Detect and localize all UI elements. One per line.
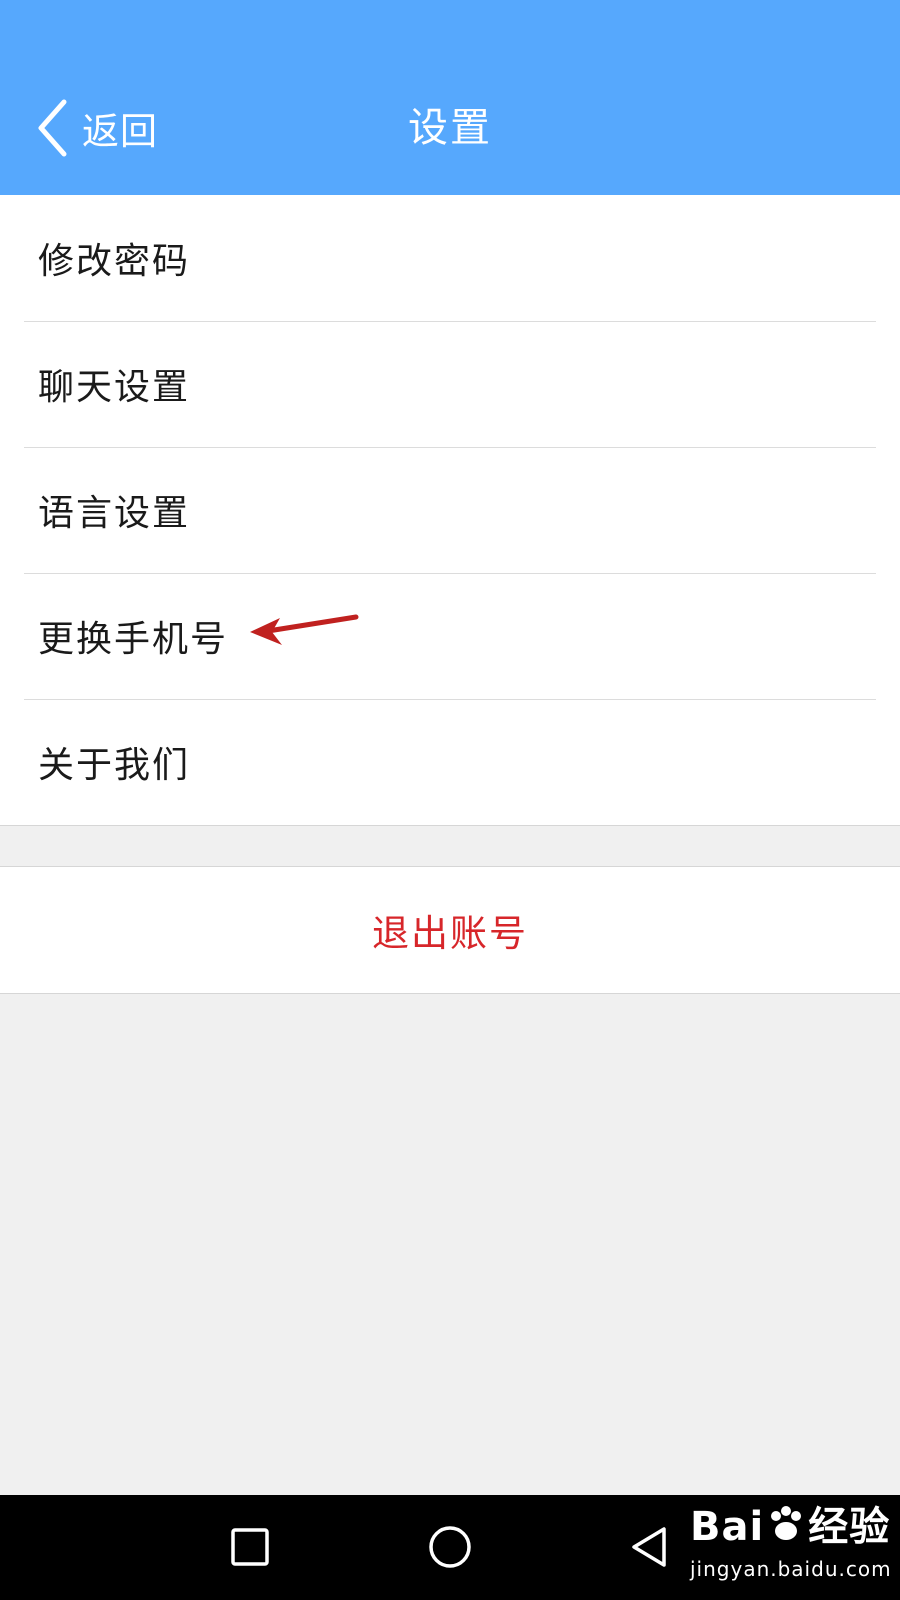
home-button[interactable] xyxy=(420,1517,480,1577)
menu-item-label: 聊天设置 xyxy=(38,367,191,408)
menu-item-change-phone[interactable]: 更换手机号 xyxy=(0,573,900,699)
system-navigation-bar: Bai 经验 jingyan.baidu.com xyxy=(0,1495,900,1600)
home-circle-icon xyxy=(429,1526,471,1568)
recents-square-icon xyxy=(231,1528,269,1566)
page-title: 设置 xyxy=(408,105,492,151)
watermark-brand-pre: Bai xyxy=(690,1504,765,1550)
back-nav-button[interactable] xyxy=(620,1517,680,1577)
recents-button[interactable] xyxy=(220,1517,280,1577)
logout-button[interactable]: 退出账号 xyxy=(0,866,900,994)
logout-label: 退出账号 xyxy=(372,912,528,955)
menu-item-chat-settings[interactable]: 聊天设置 xyxy=(0,321,900,447)
menu-item-change-password[interactable]: 修改密码 xyxy=(0,195,900,321)
back-triangle-icon xyxy=(632,1527,666,1567)
menu-item-label: 更换手机号 xyxy=(38,619,229,660)
menu-item-label: 修改密码 xyxy=(38,241,191,282)
red-arrow-icon xyxy=(250,614,359,645)
title-bar: 返回 设置 xyxy=(0,0,900,195)
watermark-url: jingyan.baidu.com xyxy=(690,1556,892,1581)
menu-item-about-us[interactable]: 关于我们 xyxy=(0,699,900,825)
watermark-brand: Bai 经验 xyxy=(690,1503,892,1555)
watermark-brand-post: 经验 xyxy=(808,1504,891,1550)
baidu-jingyan-watermark: Bai 经验 jingyan.baidu.com xyxy=(690,1503,892,1581)
paw-icon xyxy=(766,1504,806,1555)
settings-menu: 修改密码 聊天设置 语言设置 更换手机号 关于我们 xyxy=(0,195,900,826)
menu-item-language-settings[interactable]: 语言设置 xyxy=(0,447,900,573)
menu-item-label: 语言设置 xyxy=(38,493,191,534)
menu-item-label: 关于我们 xyxy=(38,745,191,786)
